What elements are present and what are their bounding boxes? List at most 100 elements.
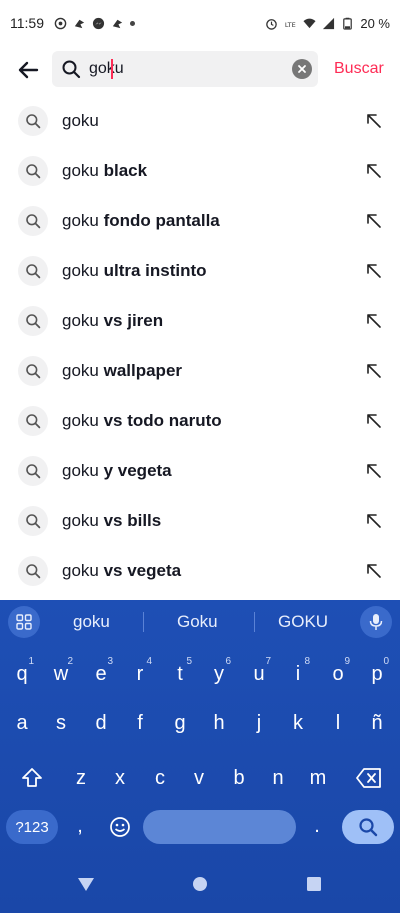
fill-query-arrow-icon[interactable] (365, 362, 383, 380)
key-t[interactable]: t5 (162, 652, 198, 696)
key-i[interactable]: i8 (280, 652, 316, 696)
key-q[interactable]: q1 (4, 652, 40, 696)
key-f[interactable]: f (122, 701, 158, 745)
suggestion-item[interactable]: goku fondo pantalla (0, 196, 400, 246)
alarm-icon (266, 18, 278, 30)
fill-query-arrow-icon[interactable] (365, 462, 383, 480)
key-r[interactable]: r4 (122, 652, 158, 696)
clear-search-button[interactable] (292, 59, 312, 79)
key-s[interactable]: s (43, 701, 79, 745)
suggestion-item[interactable]: goku black (0, 146, 400, 196)
fill-query-arrow-icon[interactable] (365, 412, 383, 430)
voice-input-button[interactable] (360, 606, 392, 638)
space-key[interactable] (143, 810, 296, 844)
period-key[interactable]: . (299, 804, 335, 848)
symbols-key[interactable]: ?123 (6, 810, 58, 844)
key-letter: r (136, 662, 144, 685)
suggestion-search-icon-bg (18, 306, 48, 336)
fill-query-arrow-icon[interactable] (365, 162, 383, 180)
key-m[interactable]: m (300, 756, 336, 800)
suggestion-search-icon-bg (18, 556, 48, 586)
key-v[interactable]: v (181, 756, 217, 800)
key-b[interactable]: b (221, 756, 257, 800)
recents-nav-icon[interactable] (306, 876, 322, 892)
suggestion-item[interactable]: goku y vegeta (0, 446, 400, 496)
keyboard-menu-button[interactable] (8, 606, 40, 638)
key-letter: e (95, 662, 107, 685)
backspace-icon (356, 768, 381, 788)
suggestion-item[interactable]: goku vs bills (0, 496, 400, 546)
search-box[interactable] (52, 51, 318, 87)
key-d[interactable]: d (83, 701, 119, 745)
backspace-key[interactable] (351, 760, 387, 796)
key-j[interactable]: j (241, 701, 277, 745)
battery-percent: 20 % (360, 15, 390, 31)
key-z[interactable]: z (63, 756, 99, 800)
suggestion-item[interactable]: goku vs todo naruto (0, 396, 400, 446)
keyboard-suggestion-strip: goku Goku GOKU (0, 600, 400, 644)
key-x[interactable]: x (102, 756, 138, 800)
keyboard-row-2: asdfghjklñ (0, 701, 400, 749)
key-number-hint: 3 (107, 656, 113, 667)
key-l[interactable]: l (320, 701, 356, 745)
bird-notification-icon-2 (112, 19, 123, 28)
suggestion-item[interactable]: goku ultra instinto (0, 246, 400, 296)
close-icon (298, 65, 306, 73)
emoji-key[interactable] (102, 805, 138, 849)
home-nav-icon[interactable] (192, 876, 208, 892)
fill-query-arrow-icon[interactable] (365, 562, 383, 580)
word-suggestion-3[interactable]: GOKU (278, 612, 328, 632)
key-u[interactable]: u7 (241, 652, 277, 696)
back-button[interactable] (14, 56, 42, 84)
key-letter: u (253, 662, 265, 685)
search-submit-button[interactable]: Buscar (334, 60, 384, 78)
svg-text:LTE: LTE (285, 21, 296, 29)
navigation-bar (0, 858, 400, 913)
suggestion-completion: vs bills (98, 511, 162, 530)
fill-query-arrow-icon[interactable] (365, 312, 383, 330)
key-h[interactable]: h (201, 701, 237, 745)
keyboard-row-4: ?123 , . (0, 810, 400, 858)
fill-query-arrow-icon[interactable] (365, 512, 383, 530)
system-status-icons: LTE 20 % (265, 16, 390, 31)
key-y[interactable]: y6 (201, 652, 237, 696)
suggestion-text: goku vs vegeta (62, 561, 181, 581)
suggestion-item[interactable]: goku (0, 96, 400, 146)
keyboard-search-key[interactable] (342, 810, 394, 844)
fill-query-arrow-icon[interactable] (365, 262, 383, 280)
search-icon (26, 214, 41, 229)
search-input[interactable] (89, 60, 259, 78)
suggestion-completion: vs todo naruto (98, 411, 222, 430)
suggestion-search-icon-bg (18, 106, 48, 136)
back-nav-icon[interactable] (77, 876, 95, 892)
key-ñ[interactable]: ñ (359, 701, 395, 745)
key-o[interactable]: o9 (320, 652, 356, 696)
key-p[interactable]: p0 (359, 652, 395, 696)
suggestion-item[interactable]: goku vs jiren (0, 296, 400, 346)
suggestion-text: goku wallpaper (62, 361, 182, 381)
suggestion-query: goku (62, 211, 99, 230)
key-k[interactable]: k (280, 701, 316, 745)
key-letter: q (16, 662, 28, 685)
word-suggestion-2[interactable]: Goku (177, 612, 218, 632)
shift-key[interactable] (14, 760, 50, 796)
onscreen-keyboard: goku Goku GOKU q1w2e3r4t5y6u7i8o9p0 asdf… (0, 600, 400, 913)
fill-query-arrow-icon[interactable] (365, 212, 383, 230)
fill-query-arrow-icon[interactable] (365, 112, 383, 130)
word-suggestion-1[interactable]: goku (73, 612, 110, 632)
search-icon (26, 114, 41, 129)
key-e[interactable]: e3 (83, 652, 119, 696)
key-w[interactable]: w2 (43, 652, 79, 696)
key-n[interactable]: n (260, 756, 296, 800)
key-c[interactable]: c (142, 756, 178, 800)
key-a[interactable]: a (4, 701, 40, 745)
suggestion-item[interactable]: goku vs vegeta (0, 546, 400, 596)
comma-key[interactable]: , (62, 804, 98, 848)
suggestion-completion: y vegeta (98, 461, 172, 480)
key-g[interactable]: g (162, 701, 198, 745)
bird-notification-icon (74, 19, 85, 28)
suggestion-text: goku vs bills (62, 511, 161, 531)
suggestion-item[interactable]: goku wallpaper (0, 346, 400, 396)
suggestion-completion: vs vegeta (98, 561, 182, 580)
wifi-icon (303, 18, 316, 28)
